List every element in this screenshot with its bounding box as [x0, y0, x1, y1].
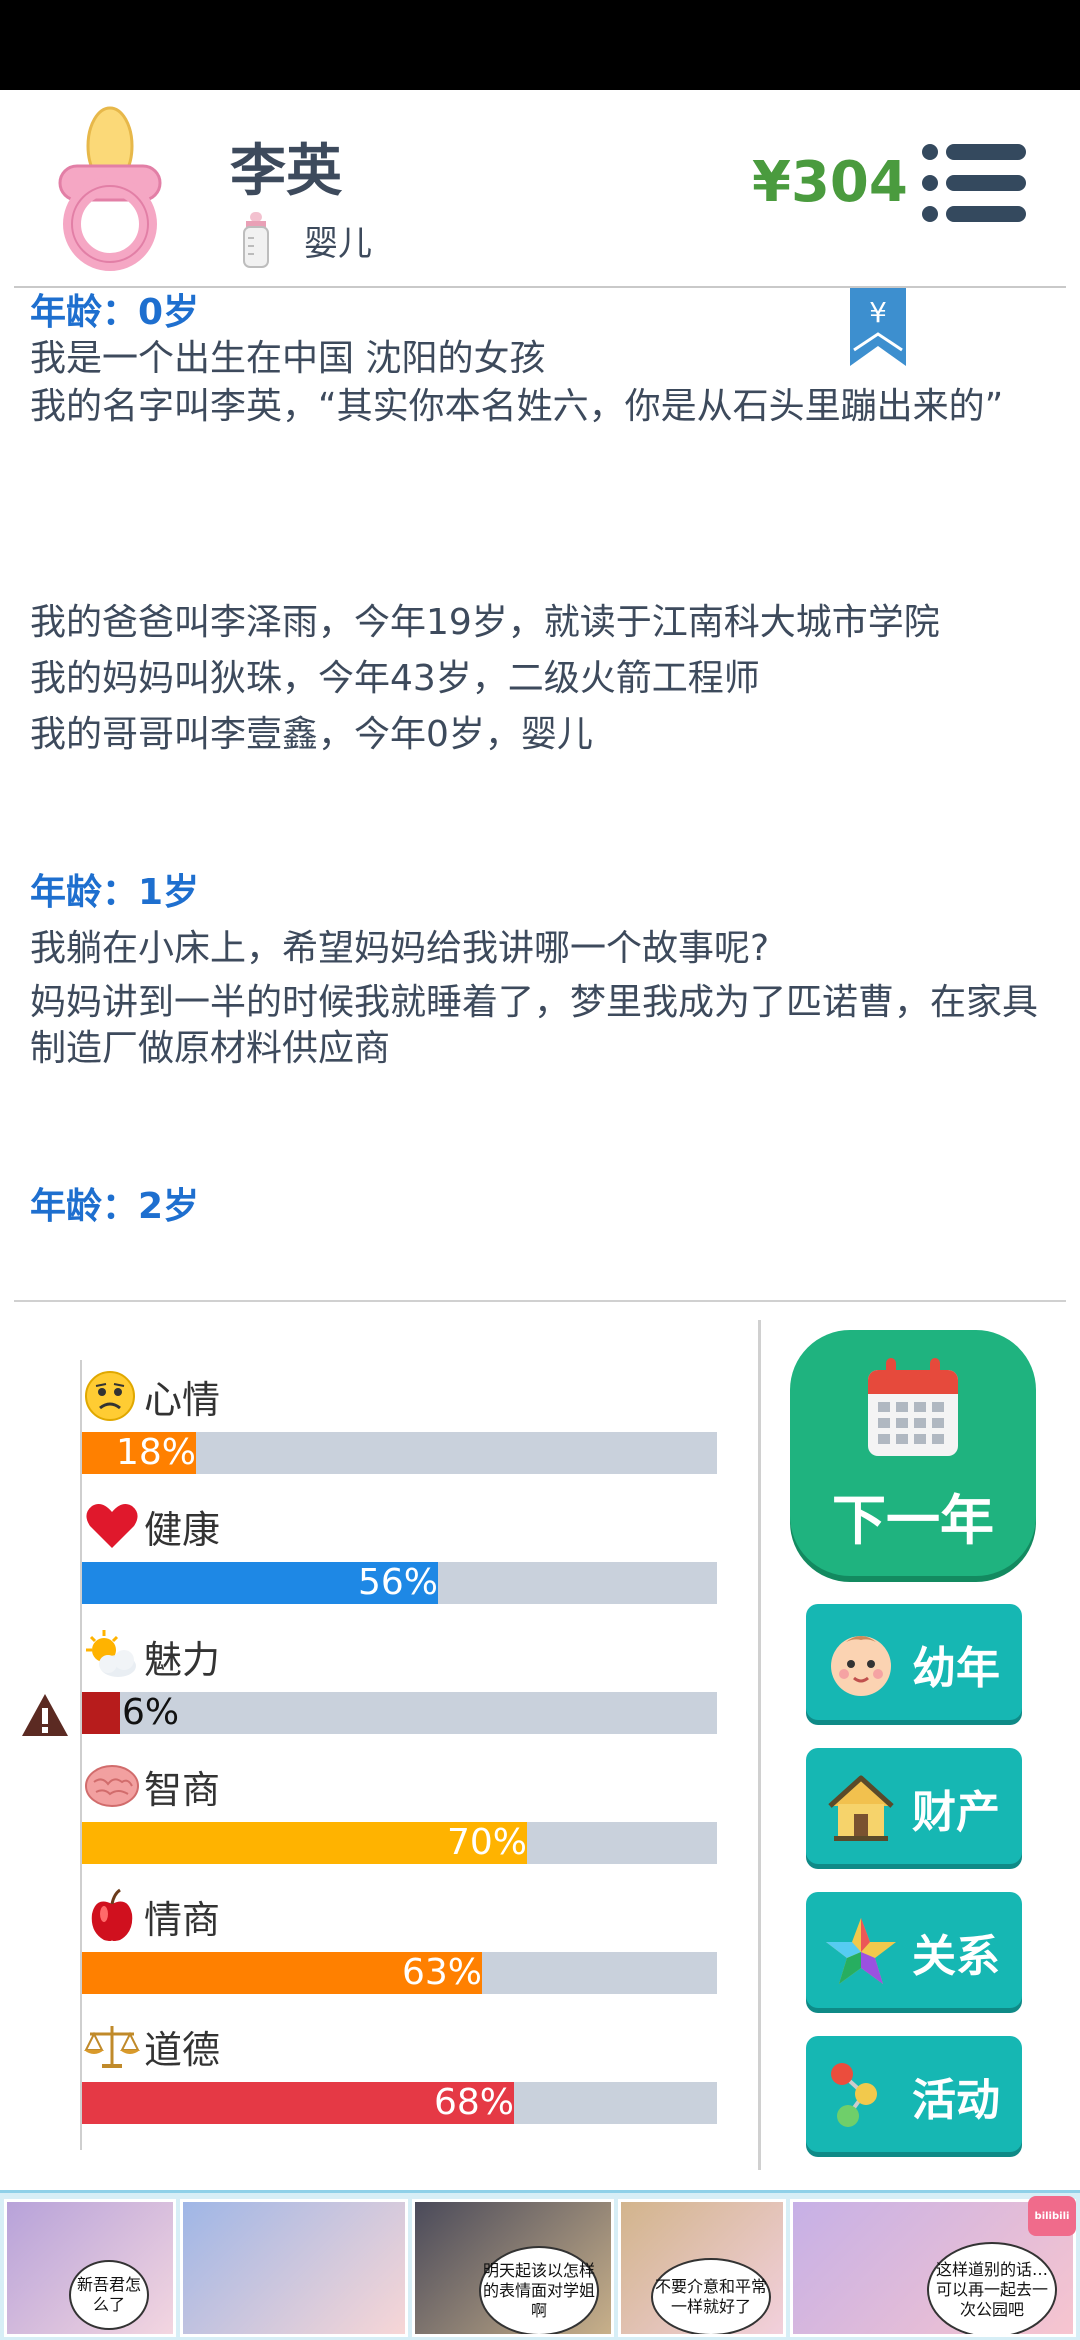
stat-header: 魅力	[82, 1628, 717, 1684]
stat-percent: 68%	[433, 2082, 514, 2123]
ad-speech-bubble: 不要介意和平常一样就好了	[651, 2258, 771, 2334]
stat-row: 智商 70%	[82, 1758, 717, 1864]
property-label: 财产	[912, 1787, 1000, 1838]
stat-label: 道德	[144, 2027, 221, 2072]
ad-panel: 明天起该以怎样的表情面对学姐啊	[412, 2199, 614, 2337]
ad-speech-bubble: 新吾君怎么了	[69, 2260, 149, 2330]
age-heading: 年龄：0岁	[30, 292, 200, 333]
pacifier-avatar-icon	[58, 106, 162, 271]
stat-percent: 63%	[401, 1952, 482, 1993]
star-icon	[826, 1918, 896, 1984]
next-year-button[interactable]: 下一年	[790, 1330, 1036, 1576]
stat-label: 情商	[144, 1897, 221, 1942]
story-line: 妈妈讲到一半的时候我就睡着了，梦里我成为了匹诺曹，在家具制造厂做原材料供应商	[30, 982, 1039, 1069]
stat-row: 心情 18%	[82, 1368, 717, 1474]
activities-label: 活动	[912, 2075, 1000, 2126]
stat-label: 健康	[144, 1507, 221, 1552]
ad-panel: 新吾君怎么了	[4, 2199, 176, 2337]
status-bar	[0, 0, 1080, 90]
stat-percent: 6%	[122, 1692, 180, 1733]
character-name: 李英	[230, 139, 342, 204]
stat-row: 魅力 6%	[82, 1628, 717, 1734]
ad-panel: 不要介意和平常一样就好了	[618, 2199, 786, 2337]
stat-header: 智商	[82, 1758, 717, 1814]
bookmark-symbol: ¥	[869, 296, 887, 329]
next-year-label: 下一年	[832, 1489, 994, 1552]
stat-percent: 56%	[357, 1562, 438, 1603]
ad-panel	[180, 2199, 408, 2337]
heart-icon	[82, 1498, 142, 1554]
stat-bar: 6%	[82, 1692, 717, 1734]
story-line: 我的哥哥叫李壹鑫，今年0岁，婴儿	[30, 714, 593, 755]
stat-label: 智商	[144, 1767, 221, 1812]
age-heading: 年龄：2岁	[30, 1186, 200, 1227]
stat-label: 魅力	[144, 1637, 221, 1682]
apple-icon	[82, 1888, 142, 1944]
life-stage-label: 婴儿	[304, 223, 372, 264]
stat-bar: 70%	[82, 1822, 717, 1864]
baby-bottle-icon	[243, 212, 269, 268]
stat-bar: 18%	[82, 1432, 717, 1474]
stat-row: 道德 68%	[82, 2018, 717, 2124]
profile-header: 李英 婴儿 ¥304	[0, 90, 1080, 288]
stat-bar-fill	[82, 1692, 120, 1734]
sun-cloud-icon	[82, 1628, 142, 1684]
house-icon	[828, 1775, 894, 1841]
stat-bar: 56%	[82, 1562, 717, 1604]
stat-percent: 70%	[446, 1822, 527, 1863]
story-line: 我的妈妈叫狄珠，今年43岁，二级火箭工程师	[30, 658, 760, 699]
sad-face-icon	[82, 1368, 142, 1424]
life-stage: 婴儿	[238, 210, 372, 270]
stat-header: 健康	[82, 1498, 717, 1554]
activities-dots-icon	[831, 2063, 877, 2127]
story-line: 我是一个出生在中国 沈阳的女孩	[30, 338, 546, 379]
stat-bar: 68%	[82, 2082, 717, 2124]
stat-row: 健康 56%	[82, 1498, 717, 1604]
scales-icon	[82, 2018, 142, 2074]
brain-icon	[82, 1758, 142, 1814]
childhood-label: 幼年	[912, 1643, 1000, 1694]
baby-face-icon	[831, 1636, 891, 1696]
warning-icon	[20, 1692, 70, 1738]
ad-speech-bubble: 明天起该以怎样的表情面对学姐啊	[479, 2246, 599, 2334]
panel-separator	[758, 1320, 761, 2170]
activities-button[interactable]: 活动	[806, 2036, 1022, 2152]
stat-bar: 63%	[82, 1952, 717, 1994]
life-story: ¥ 年龄：0岁 我是一个出生在中国 沈阳的女孩 我的名字叫李英，“其实你本名姓六…	[30, 288, 1060, 1300]
story-line: 我躺在小床上，希望妈妈给我讲哪一个故事呢?	[30, 928, 770, 969]
section-divider	[14, 1300, 1066, 1302]
relations-label: 关系	[912, 1931, 1000, 1982]
age-heading: 年龄：1岁	[30, 872, 200, 913]
story-line: 我的名字叫李英，“其实你本名姓六，你是从石头里蹦出来的”	[30, 386, 1004, 427]
stat-percent: 18%	[115, 1432, 196, 1473]
story-line: 我的爸爸叫李泽雨，今年19岁，就读于江南科大城市学院	[30, 602, 940, 643]
stat-header: 心情	[82, 1368, 717, 1424]
ad-speech-bubble: 这样道别的话…可以再一起去一次公园吧	[927, 2242, 1057, 2334]
stat-row: 情商 63%	[82, 1888, 717, 1994]
stat-label: 心情	[144, 1377, 221, 1422]
calendar-icon	[868, 1358, 958, 1456]
stat-header: 道德	[82, 2018, 717, 2074]
money-display: ¥304	[752, 150, 908, 215]
relations-button[interactable]: 关系	[806, 1892, 1022, 2008]
stat-header: 情商	[82, 1888, 717, 1944]
menu-icon[interactable]	[920, 142, 1026, 224]
ad-banner[interactable]: 新吾君怎么了 明天起该以怎样的表情面对学姐啊 不要介意和平常一样就好了 这样道别…	[0, 2190, 1080, 2340]
property-button[interactable]: 财产	[806, 1748, 1022, 1864]
childhood-button[interactable]: 幼年	[806, 1604, 1022, 1720]
ad-logo: bilibili	[1028, 2196, 1076, 2236]
